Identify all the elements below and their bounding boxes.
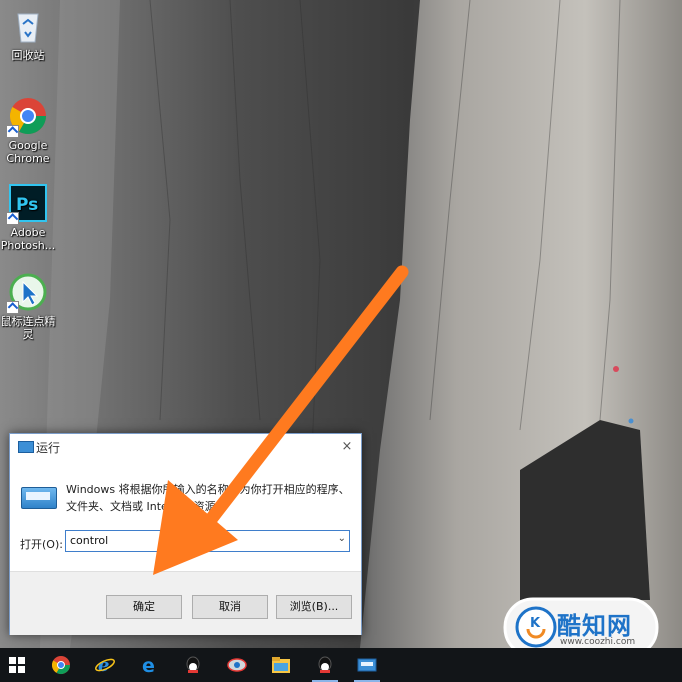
taskbar-ie[interactable]: e [88, 648, 122, 682]
svg-text:e: e [142, 655, 155, 675]
windows-start-icon [9, 657, 25, 673]
start-button[interactable] [0, 648, 34, 682]
watermark-brand: 酷知网 [557, 612, 632, 640]
qq-icon [186, 656, 200, 673]
annotation-arrow [153, 265, 409, 575]
tool-icon [227, 658, 247, 672]
qq-icon [318, 656, 332, 673]
taskbar-file-explorer[interactable] [264, 648, 298, 682]
taskbar-chrome[interactable] [44, 648, 78, 682]
taskbar-qq-2[interactable] [308, 648, 342, 682]
chrome-icon [51, 656, 70, 675]
taskbar-qq[interactable] [176, 648, 210, 682]
taskbar-tool[interactable] [220, 648, 254, 682]
taskbar-edge[interactable]: e [132, 648, 166, 682]
edge-icon: e [142, 655, 155, 675]
svg-text:K: K [530, 616, 541, 631]
watermark-url: www.coozhi.com [560, 637, 636, 647]
taskbar: e e [0, 648, 682, 682]
internet-explorer-icon: e [95, 655, 115, 675]
svg-text:e: e [98, 655, 109, 675]
run-icon [357, 658, 377, 672]
taskbar-run[interactable] [350, 648, 384, 682]
file-explorer-icon [272, 657, 290, 673]
